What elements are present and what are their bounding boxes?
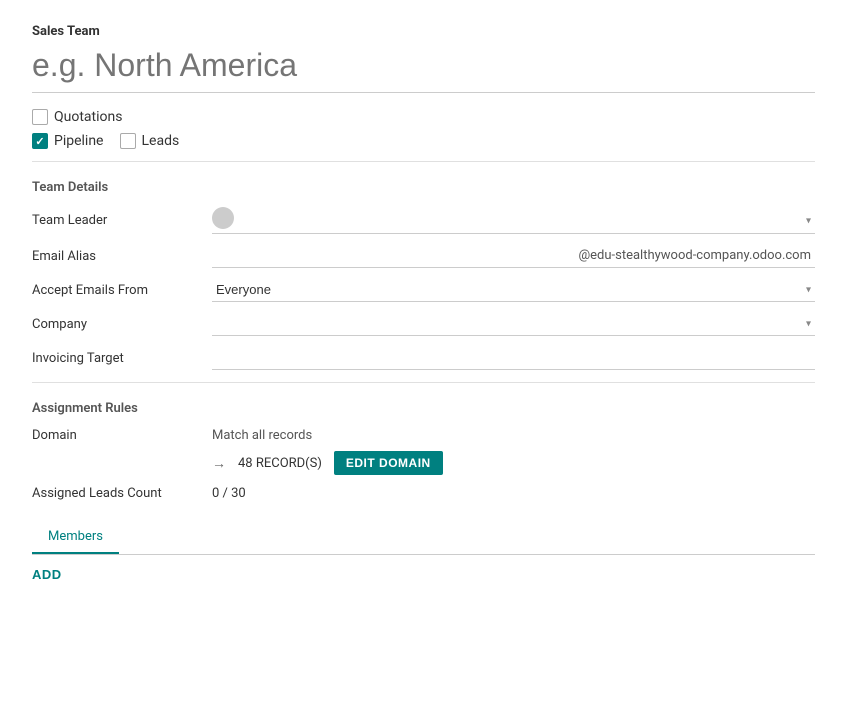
email-alias-prefix-input[interactable] [212, 244, 574, 267]
arrow-right-icon: → [212, 455, 226, 472]
team-leader-input-wrap: ▾ [212, 207, 815, 234]
leads-checkbox[interactable] [120, 133, 136, 149]
add-button[interactable]: ADD [32, 555, 62, 594]
sales-team-label: Sales Team [32, 24, 815, 39]
assigned-leads-label: Assigned Leads Count [32, 486, 212, 501]
accept-emails-select-wrapper: Everyone Authenticated Users Followers O… [212, 278, 815, 302]
pipeline-checkbox-item[interactable]: Pipeline [32, 133, 104, 149]
assigned-leads-value: 0 / 30 [212, 486, 246, 501]
leads-label: Leads [142, 133, 180, 149]
company-input[interactable] [212, 312, 815, 336]
team-details-title: Team Details [32, 180, 815, 195]
domain-text: Match all records [212, 428, 815, 443]
domain-label: Domain [32, 428, 212, 443]
quotations-checkbox-item[interactable]: Quotations [32, 109, 122, 125]
accept-emails-label: Accept Emails From [32, 283, 212, 298]
team-name-input[interactable] [32, 43, 815, 93]
pipeline-label: Pipeline [54, 133, 104, 149]
invoicing-target-input[interactable] [212, 346, 815, 370]
assignment-rules-title: Assignment Rules [32, 401, 815, 416]
email-alias-row: @edu-stealthywood-company.odoo.com [212, 244, 815, 268]
edit-domain-button[interactable]: EDIT DOMAIN [334, 451, 443, 475]
avatar [212, 207, 234, 229]
email-alias-domain: @edu-stealthywood-company.odoo.com [574, 244, 815, 267]
tabs-row: Members [32, 521, 815, 555]
company-label: Company [32, 317, 212, 332]
chevron-down-icon: ▾ [806, 319, 811, 330]
domain-value: Match all records → 48 RECORD(S) EDIT DO… [212, 428, 815, 475]
quotations-label: Quotations [54, 109, 122, 125]
chevron-down-icon: ▾ [806, 215, 811, 226]
accept-emails-select[interactable]: Everyone Authenticated Users Followers O… [212, 278, 815, 302]
pipeline-checkbox[interactable] [32, 133, 48, 149]
tab-members[interactable]: Members [32, 521, 119, 554]
team-leader-input[interactable] [238, 211, 815, 226]
email-alias-label: Email Alias [32, 249, 212, 264]
invoicing-target-label: Invoicing Target [32, 351, 212, 366]
quotations-checkbox[interactable] [32, 109, 48, 125]
leads-checkbox-item[interactable]: Leads [120, 133, 180, 149]
records-count-link[interactable]: 48 RECORD(S) [238, 456, 322, 471]
team-leader-label: Team Leader [32, 213, 212, 228]
